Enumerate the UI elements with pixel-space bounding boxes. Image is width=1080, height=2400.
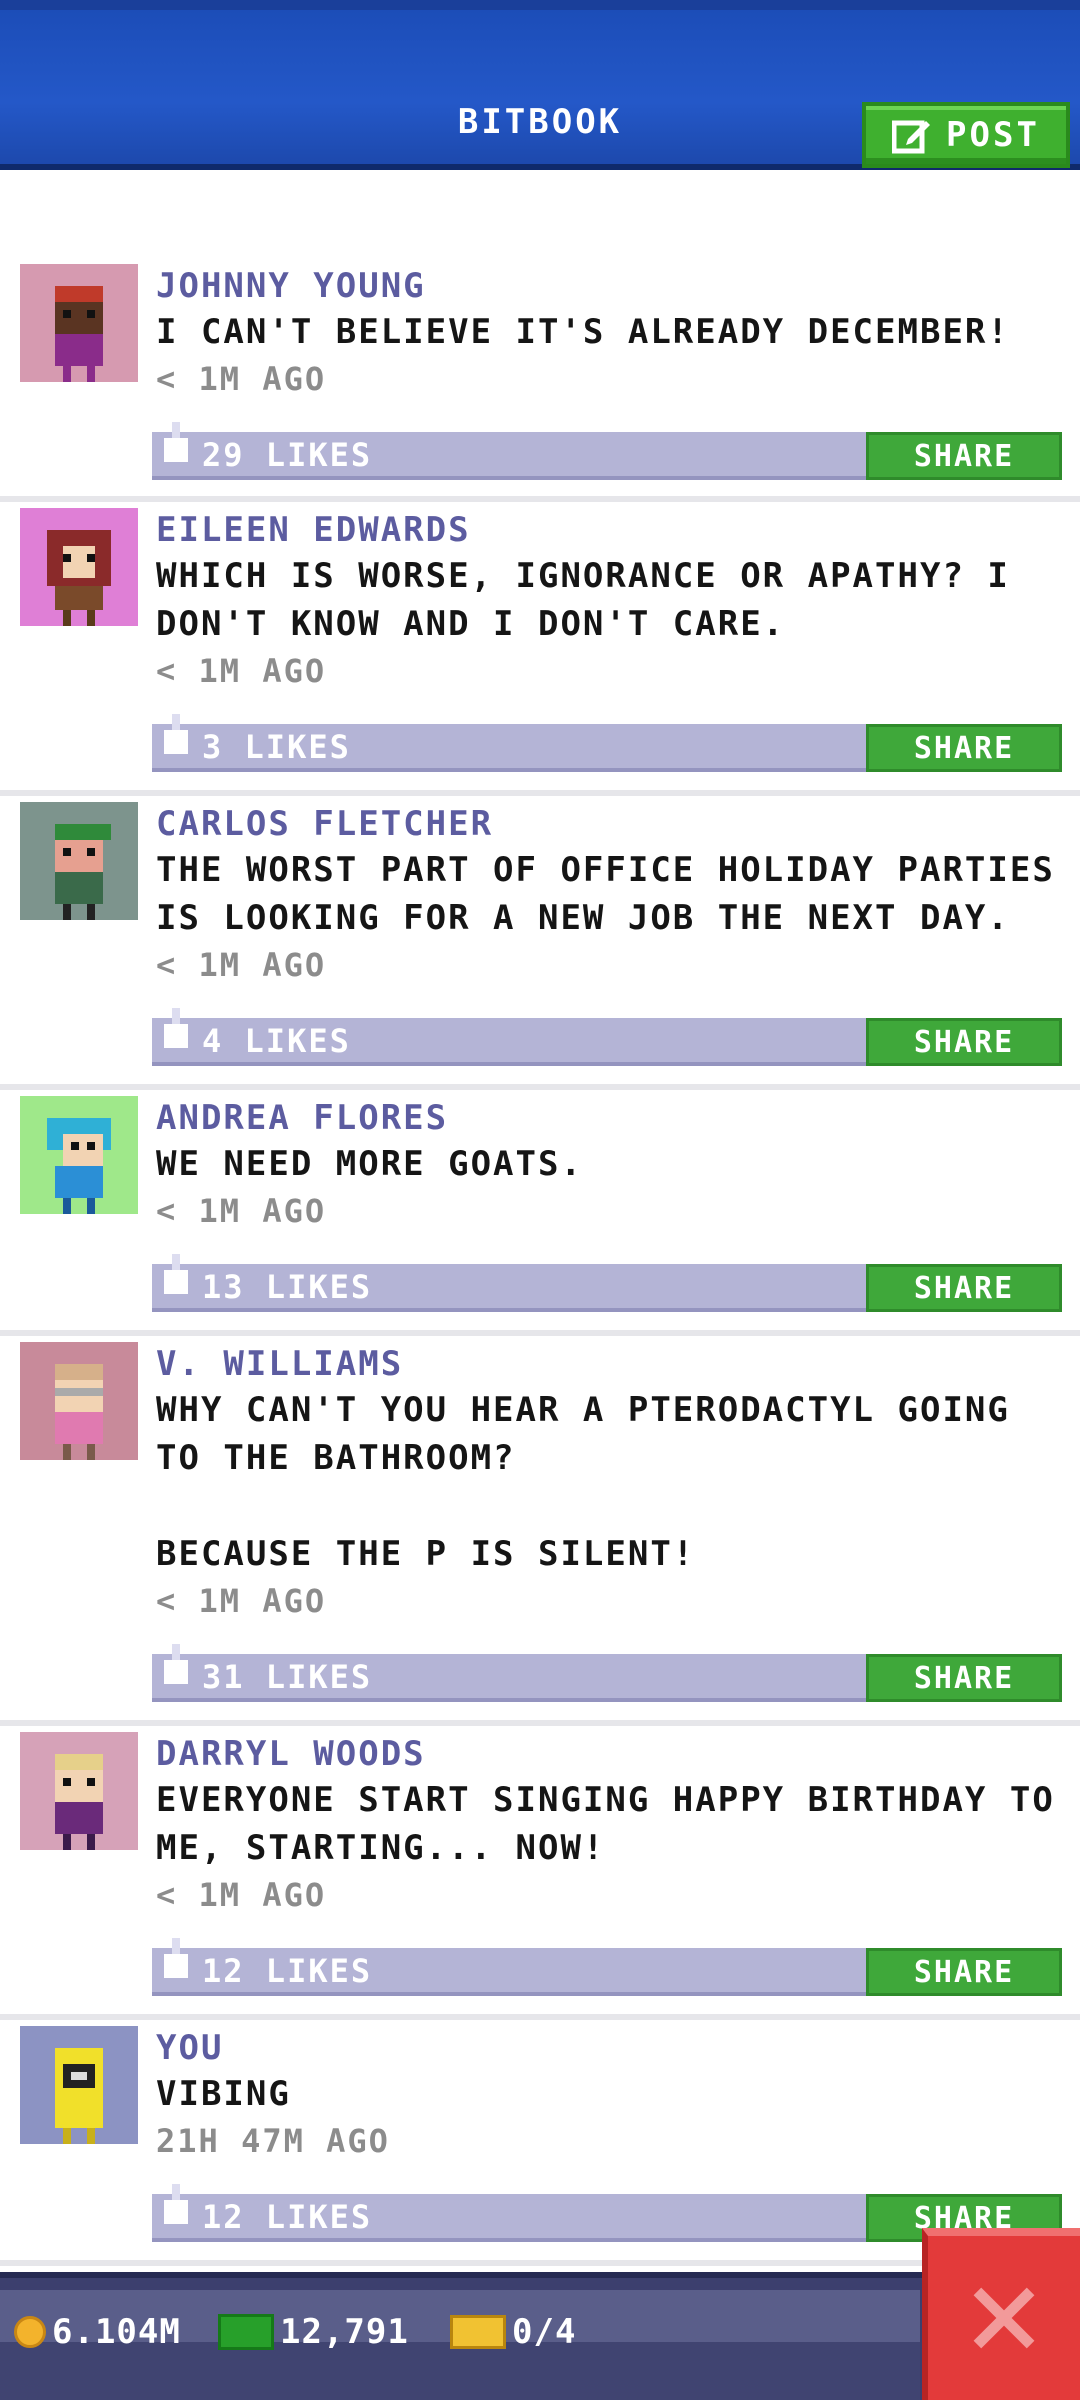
post-time: < 1M AGO	[156, 652, 327, 690]
likes-count: 29 LIKES	[202, 436, 373, 474]
post-message: WE NEED MORE GOATS.	[156, 1144, 583, 1184]
feed-post: DARRYL WOODS EVERYONE START SINGING HAPP…	[0, 1732, 1080, 2020]
feed-post: ANDREA FLORES WE NEED MORE GOATS. < 1M A…	[0, 1096, 1080, 1336]
status-bar: 6.104M 12,791 0/4	[0, 2272, 1080, 2400]
coin-icon	[14, 2316, 46, 2348]
likes-bar: 13 LIKES SHARE	[152, 1254, 1062, 1312]
post-message: VIBING	[156, 2074, 291, 2114]
post-author[interactable]: V. WILLIAMS	[156, 1344, 403, 1384]
share-button[interactable]: SHARE	[866, 432, 1062, 480]
person-avatar-icon	[55, 1364, 103, 1460]
coins-stat[interactable]: 6.104M	[14, 2312, 181, 2352]
post-message: I CAN'T BELIEVE IT'S ALREADY DECEMBER!	[156, 312, 1010, 352]
share-button[interactable]: SHARE	[866, 1018, 1062, 1066]
likes-bar: 3 LIKES SHARE	[152, 714, 1062, 772]
thumbs-up-icon[interactable]	[164, 422, 188, 462]
post-button[interactable]: POST	[862, 102, 1070, 168]
person-avatar-icon	[55, 824, 111, 920]
thumbs-up-icon[interactable]	[164, 1644, 188, 1684]
person-avatar-icon	[47, 530, 111, 626]
post-author[interactable]: JOHNNY YOUNG	[156, 266, 426, 306]
ticket-icon	[450, 2315, 506, 2349]
edit-icon	[892, 120, 931, 154]
post-author[interactable]: YOU	[156, 2028, 223, 2068]
share-button[interactable]: SHARE	[866, 1948, 1062, 1996]
thumbs-up-icon[interactable]	[164, 1254, 188, 1294]
likes-bar: 31 LIKES SHARE	[152, 1644, 1062, 1702]
avatar[interactable]	[20, 1732, 138, 1850]
thumbs-up-icon[interactable]	[164, 1938, 188, 1978]
post-author[interactable]: ANDREA FLORES	[156, 1098, 448, 1138]
likes-count: 31 LIKES	[202, 1658, 373, 1696]
post-time: < 1M AGO	[156, 946, 327, 984]
close-icon	[973, 2287, 1035, 2349]
likes-count: 12 LIKES	[202, 2198, 373, 2236]
feed-post: JOHNNY YOUNG I CAN'T BELIEVE IT'S ALREAD…	[0, 264, 1080, 502]
app-header: BITBOOK POST	[0, 0, 1080, 170]
avatar[interactable]	[20, 508, 138, 626]
post-time: < 1M AGO	[156, 360, 327, 398]
tickets-value: 0/4	[512, 2312, 577, 2352]
likes-count: 13 LIKES	[202, 1268, 373, 1306]
share-button[interactable]: SHARE	[866, 1654, 1062, 1702]
post-message: EVERYONE START SINGING HAPPY BIRTHDAY TO…	[156, 1780, 1078, 1868]
avatar[interactable]	[20, 1096, 138, 1214]
person-avatar-icon	[55, 1754, 103, 1850]
avatar[interactable]	[20, 2026, 138, 2144]
post-message: THE WORST PART OF OFFICE HOLIDAY PARTIES…	[156, 850, 1078, 938]
post-message: WHY CAN'T YOU HEAR A PTERODACTYL GOING T…	[156, 1390, 1010, 1574]
feed-post: EILEEN EDWARDS WHICH IS WORSE, IGNORANCE…	[0, 508, 1080, 796]
avatar[interactable]	[20, 802, 138, 920]
avatar[interactable]	[20, 264, 138, 382]
coins-value: 6.104M	[52, 2312, 181, 2352]
share-button[interactable]: SHARE	[866, 724, 1062, 772]
post-button-label: POST	[946, 115, 1040, 155]
person-avatar-icon	[55, 2048, 103, 2144]
thumbs-up-icon[interactable]	[164, 1008, 188, 1048]
thumbs-up-icon[interactable]	[164, 714, 188, 754]
tickets-stat[interactable]: 0/4	[450, 2312, 576, 2352]
post-message: WHICH IS WORSE, IGNORANCE OR APATHY? I D…	[156, 556, 1033, 644]
post-time: < 1M AGO	[156, 1192, 327, 1230]
share-button[interactable]: SHARE	[866, 1264, 1062, 1312]
close-button[interactable]	[922, 2228, 1080, 2400]
likes-bar: 4 LIKES SHARE	[152, 1008, 1062, 1066]
likes-count: 4 LIKES	[202, 1022, 351, 1060]
person-avatar-icon	[55, 286, 103, 382]
person-avatar-icon	[47, 1118, 111, 1214]
cash-icon	[218, 2314, 274, 2350]
post-time: 21H 47M AGO	[156, 2122, 390, 2160]
post-author[interactable]: DARRYL WOODS	[156, 1734, 426, 1774]
feed-post: V. WILLIAMS WHY CAN'T YOU HEAR A PTERODA…	[0, 1342, 1080, 1726]
likes-count: 3 LIKES	[202, 728, 351, 766]
post-author[interactable]: EILEEN EDWARDS	[156, 510, 471, 550]
likes-bar: 29 LIKES SHARE	[152, 422, 1062, 480]
post-author[interactable]: CARLOS FLETCHER	[156, 804, 493, 844]
post-time: < 1M AGO	[156, 1876, 327, 1914]
feed-post: YOU VIBING 21H 47M AGO 12 LIKES SHARE	[0, 2026, 1080, 2266]
likes-count: 12 LIKES	[202, 1952, 373, 1990]
likes-bar: 12 LIKES SHARE	[152, 1938, 1062, 1996]
cash-value: 12,791	[280, 2312, 409, 2352]
feed-post: CARLOS FLETCHER THE WORST PART OF OFFICE…	[0, 802, 1080, 1090]
cash-stat[interactable]: 12,791	[218, 2312, 409, 2352]
avatar[interactable]	[20, 1342, 138, 1460]
post-time: < 1M AGO	[156, 1582, 327, 1620]
thumbs-up-icon[interactable]	[164, 2184, 188, 2224]
